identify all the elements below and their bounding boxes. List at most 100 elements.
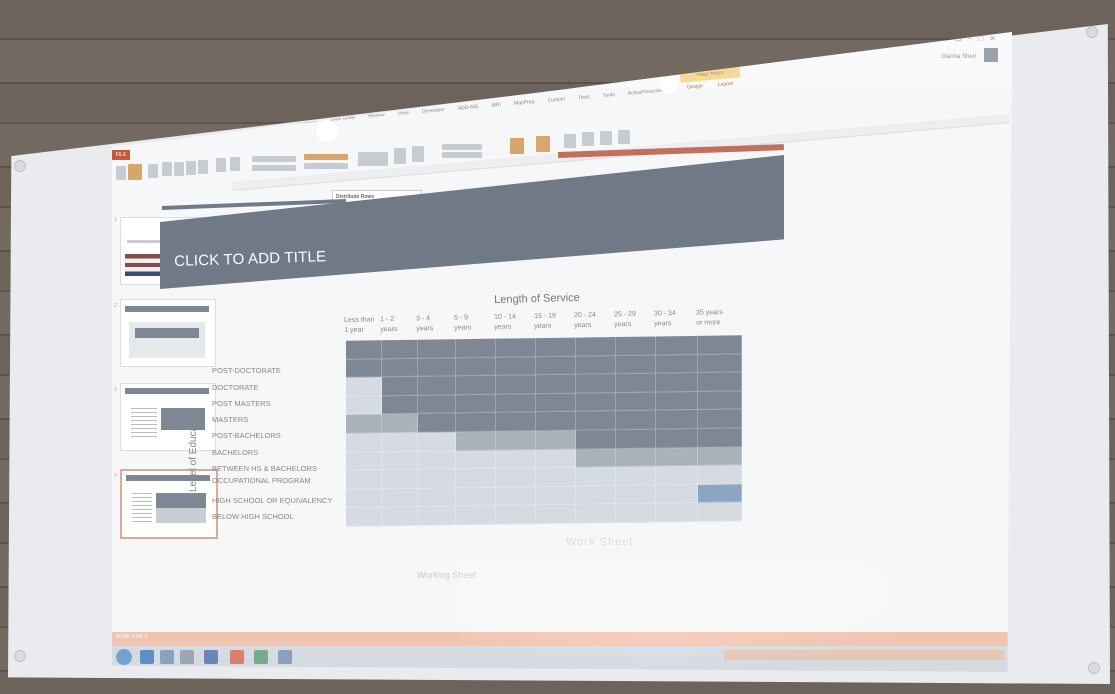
tab-activepresenter[interactable]: ActivePresenter xyxy=(628,88,664,97)
table-cell[interactable] xyxy=(496,468,536,488)
table-cell[interactable] xyxy=(698,372,742,392)
table-cell[interactable] xyxy=(346,358,382,378)
table-cell[interactable] xyxy=(496,449,536,469)
table-cell[interactable] xyxy=(346,507,382,527)
start-button[interactable] xyxy=(116,649,132,665)
table-cell[interactable] xyxy=(698,484,742,504)
table-cell[interactable] xyxy=(418,376,456,396)
table-width-field[interactable] xyxy=(442,152,482,158)
close-button[interactable]: ✕ xyxy=(989,34,1002,43)
table-cell[interactable] xyxy=(576,430,616,450)
table-cell[interactable] xyxy=(382,451,418,471)
group-button[interactable] xyxy=(600,131,612,145)
table-cell[interactable] xyxy=(576,448,616,468)
table-cell[interactable] xyxy=(616,373,656,393)
table-cell[interactable] xyxy=(456,487,496,507)
table-cell[interactable] xyxy=(576,467,616,487)
merge-cells-button[interactable] xyxy=(216,158,226,172)
table-cell[interactable] xyxy=(616,485,656,505)
table-cell[interactable] xyxy=(616,466,656,486)
table-cell[interactable] xyxy=(616,503,656,523)
ie-icon[interactable] xyxy=(140,650,154,664)
table-cell[interactable] xyxy=(496,505,536,525)
table-cell[interactable] xyxy=(456,338,496,358)
slide-thumbnail[interactable] xyxy=(120,299,216,367)
table-cell[interactable] xyxy=(576,337,616,357)
table-cell[interactable] xyxy=(536,356,576,376)
table-cell[interactable] xyxy=(616,392,656,412)
table-cell[interactable] xyxy=(616,336,656,356)
table-cell[interactable] xyxy=(536,504,576,525)
align-button[interactable] xyxy=(582,132,594,146)
table-cell[interactable] xyxy=(656,466,698,486)
table-cell[interactable] xyxy=(536,430,576,450)
table-cell[interactable] xyxy=(418,506,456,526)
table-cell[interactable] xyxy=(656,373,698,393)
tab-mapprep[interactable]: MapPrep xyxy=(514,99,535,107)
table-cell[interactable] xyxy=(382,488,418,508)
maximize-button[interactable]: □ xyxy=(978,34,989,43)
table-cell[interactable] xyxy=(656,503,698,523)
tab-tools-1[interactable]: Tools xyxy=(578,94,590,101)
table-cell[interactable] xyxy=(456,413,496,433)
view-gridlines-button[interactable] xyxy=(128,164,142,180)
table-cell[interactable] xyxy=(418,488,456,508)
table-cell[interactable] xyxy=(346,414,382,434)
table-cell[interactable] xyxy=(656,428,698,449)
table-cell[interactable] xyxy=(496,393,536,414)
table-cell[interactable] xyxy=(698,502,742,522)
table-cell[interactable] xyxy=(698,409,742,429)
table-cell[interactable] xyxy=(656,447,698,467)
tab-table-layout[interactable]: Layout xyxy=(718,81,733,88)
send-backward-button[interactable] xyxy=(536,136,550,152)
selection-pane-button[interactable] xyxy=(564,134,576,148)
app-icon[interactable] xyxy=(278,650,292,664)
table-cell[interactable] xyxy=(346,470,382,490)
table-cell[interactable] xyxy=(418,469,456,489)
alignment-buttons[interactable] xyxy=(358,152,388,166)
table-cell[interactable] xyxy=(346,433,382,453)
table-cell[interactable] xyxy=(346,377,382,397)
tab-developer[interactable]: Developer xyxy=(422,107,445,115)
table-cell[interactable] xyxy=(382,376,418,397)
table-cell[interactable] xyxy=(418,413,456,433)
distribute-rows-button[interactable] xyxy=(304,154,348,160)
table-cell[interactable] xyxy=(536,449,576,469)
table-cell[interactable] xyxy=(382,469,418,490)
table-cell[interactable] xyxy=(536,393,576,413)
table-cell[interactable] xyxy=(418,395,456,415)
text-direction-button[interactable] xyxy=(394,148,406,164)
table-cell[interactable] xyxy=(616,448,656,468)
table-cell[interactable] xyxy=(698,446,742,467)
split-cells-button[interactable] xyxy=(230,157,240,171)
table-cell[interactable] xyxy=(698,428,742,448)
table-cell[interactable] xyxy=(382,395,418,415)
table-cell[interactable] xyxy=(456,468,496,489)
outlook-icon[interactable] xyxy=(204,650,218,664)
minimize-button[interactable]: – xyxy=(968,34,978,43)
height-field[interactable] xyxy=(252,156,296,162)
help-button[interactable]: ? xyxy=(945,34,955,43)
table-cell[interactable] xyxy=(656,391,698,411)
table-cell[interactable] xyxy=(382,414,418,434)
cell-margins-button[interactable] xyxy=(412,146,424,162)
distribute-columns-button[interactable] xyxy=(304,163,348,169)
tab-custom[interactable]: Custom xyxy=(547,96,565,103)
table-cell[interactable] xyxy=(418,450,456,470)
table-cell[interactable] xyxy=(346,489,382,509)
select-button[interactable] xyxy=(116,166,126,180)
excel-icon[interactable] xyxy=(254,650,268,664)
table-cell[interactable] xyxy=(382,339,418,359)
table-cell[interactable] xyxy=(346,451,382,471)
table-cell[interactable] xyxy=(616,429,656,449)
table-cell[interactable] xyxy=(576,355,616,375)
table-cell[interactable] xyxy=(698,465,742,485)
table-cell[interactable] xyxy=(346,396,382,416)
ribbon-display-button[interactable]: ⊡ xyxy=(955,34,968,43)
table-cell[interactable] xyxy=(496,356,536,376)
rotate-button[interactable] xyxy=(618,130,630,144)
table-cell[interactable] xyxy=(698,391,742,411)
table-cell[interactable] xyxy=(536,337,576,357)
table-cell[interactable] xyxy=(418,339,456,359)
table-cell[interactable] xyxy=(536,411,576,432)
